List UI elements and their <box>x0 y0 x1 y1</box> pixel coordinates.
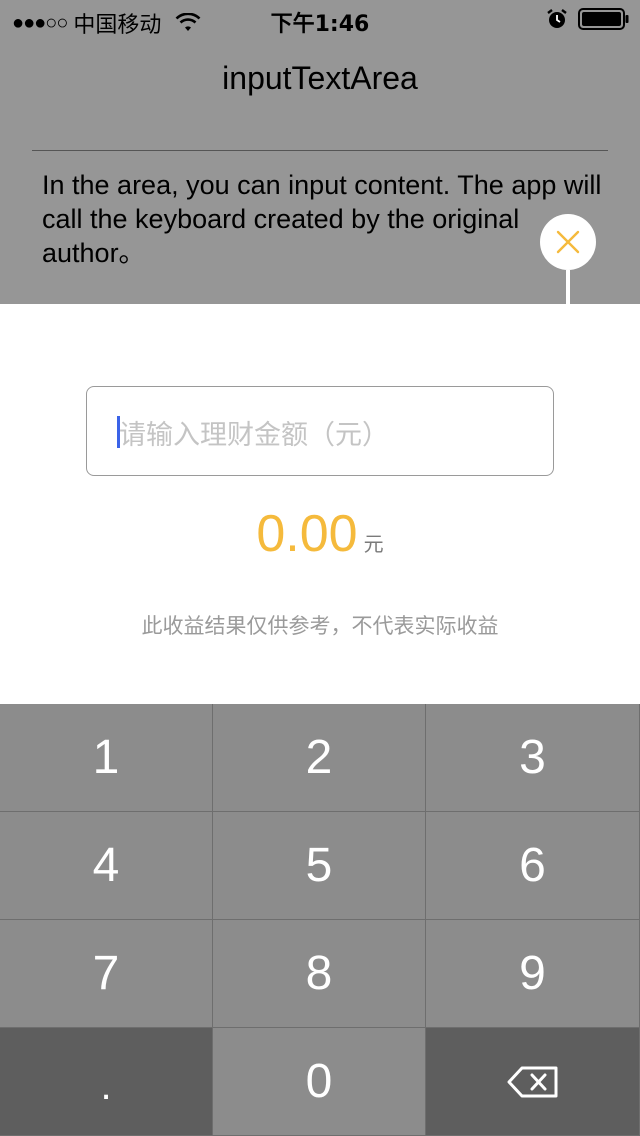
divider <box>32 150 608 151</box>
key-1[interactable]: 1 <box>0 704 213 812</box>
key-5[interactable]: 5 <box>213 812 426 920</box>
key-decimal[interactable]: . <box>0 1028 213 1136</box>
disclaimer-text: 此收益结果仅供参考，不代表实际收益 <box>141 614 499 638</box>
key-4[interactable]: 4 <box>0 812 213 920</box>
status-time: 下午1:46 <box>270 12 370 37</box>
alarm-icon <box>547 9 567 28</box>
description-text[interactable]: In the area, you can input content. The … <box>42 168 602 270</box>
keyboard-panel: 请输入理财金额（元） 0.00 元 此收益结果仅供参考，不代表实际收益 <box>0 304 640 704</box>
result-display: 0.00 元 <box>0 504 640 564</box>
close-button-stem <box>566 270 570 304</box>
status-right <box>546 8 630 30</box>
key-6[interactable]: 6 <box>426 812 640 920</box>
close-button[interactable] <box>540 214 596 270</box>
amount-input-placeholder: 请输入理财金额（元） <box>119 420 389 451</box>
key-0[interactable]: 0 <box>213 1028 426 1136</box>
key-8[interactable]: 8 <box>213 920 426 1028</box>
delete-key[interactable] <box>426 1028 640 1136</box>
key-3[interactable]: 3 <box>426 704 640 812</box>
key-2[interactable]: 2 <box>213 704 426 812</box>
numeric-keypad: 1 2 3 4 5 6 7 8 9 . 0 <box>0 704 640 1136</box>
page-title: inputTextArea <box>222 60 418 96</box>
result-unit: 元 <box>363 532 384 556</box>
battery-icon <box>578 8 629 30</box>
key-9[interactable]: 9 <box>426 920 640 1028</box>
key-7[interactable]: 7 <box>0 920 213 1028</box>
amount-input[interactable]: 请输入理财金额（元） <box>86 386 554 476</box>
result-value: 0.00 <box>256 505 358 563</box>
close-icon <box>556 230 580 254</box>
status-bar: ●●●○○ 中国移动 下午1:46 <box>0 0 640 40</box>
backspace-icon <box>507 1066 557 1097</box>
